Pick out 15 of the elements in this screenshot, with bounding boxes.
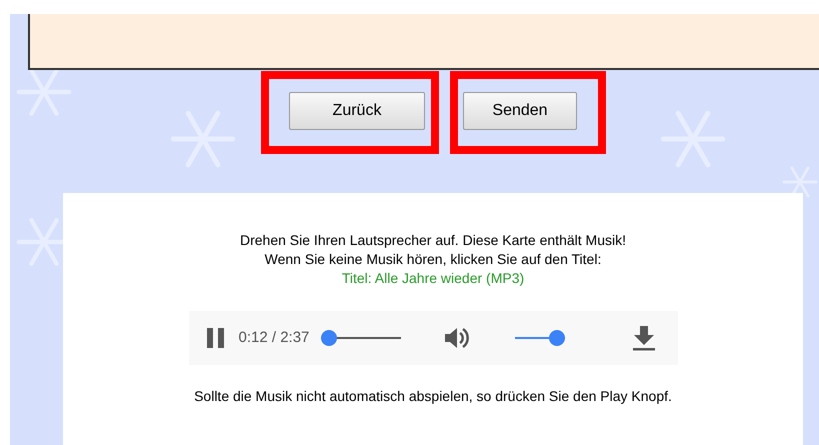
slider-thumb[interactable] [549, 330, 566, 346]
pause-icon[interactable] [204, 326, 226, 349]
nav-button[interactable]: Senden [463, 92, 577, 130]
snowflake-icon [782, 164, 818, 200]
nav-button[interactable]: Zurück [289, 92, 425, 130]
time-display: 0:12 / 2:37 [238, 328, 310, 348]
volume-slider[interactable] [515, 330, 566, 346]
instruction-text: Sollte die Musik nicht automatisch abspielen, so drücken Sie den Play Knopf. [194, 386, 672, 406]
instruction-text: Drehen Sie Ihren Lautsprecher auf. Diese Karte enthält Musik! [240, 230, 626, 250]
speaker-icon[interactable] [443, 326, 472, 350]
slider-thumb[interactable] [321, 330, 338, 346]
download-icon[interactable] [632, 324, 656, 351]
instruction-text: Wenn Sie keine Musik hören, klicken Sie auf den Titel: [264, 250, 602, 269]
progress-slider[interactable] [321, 330, 402, 346]
music-title-link[interactable]: Titel: Alle Jahre wieder (MP3) [342, 268, 524, 288]
